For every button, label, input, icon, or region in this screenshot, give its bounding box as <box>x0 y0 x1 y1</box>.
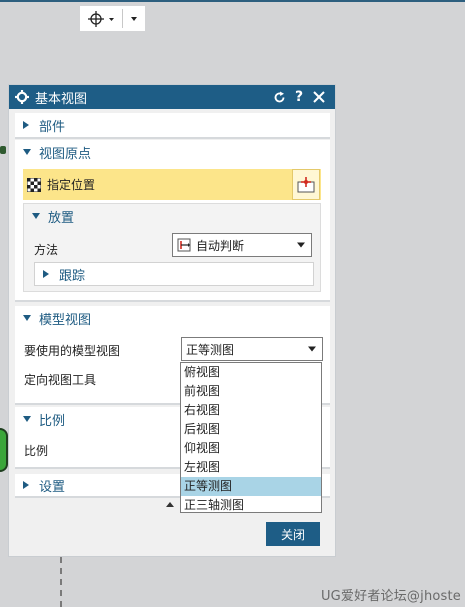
orient-view-tool-label: 定向视图工具 <box>24 373 97 387</box>
chevron-down-icon <box>297 242 305 248</box>
crosshair-icon <box>88 10 114 27</box>
placement-group-header[interactable]: 放置 <box>24 204 74 228</box>
crosshair-button[interactable] <box>80 6 122 31</box>
point-pick-icon <box>297 176 315 192</box>
section-label: 模型视图 <box>39 312 92 328</box>
tracking-group: 跟踪 <box>34 262 314 286</box>
model-view-value: 正等测图 <box>186 342 235 357</box>
chevron-right-icon <box>43 270 49 278</box>
method-select[interactable]: 自动判断 <box>172 233 312 257</box>
checkered-flag-icon <box>27 177 41 192</box>
watermark: UG爱好者论坛@jhoste <box>320 589 461 604</box>
method-label: 方法 <box>34 243 59 257</box>
chevron-down-icon <box>131 16 137 21</box>
part-section: 部件 <box>15 113 330 137</box>
scale-label: 比例 <box>24 444 49 458</box>
model-view-option[interactable]: 俯视图 <box>181 363 321 382</box>
model-edge-fragment <box>0 146 6 154</box>
model-view-options-list: 俯视图 前视图 右视图 后视图 仰视图 左视图 正等测图 正三轴测图 <box>180 362 322 513</box>
dialog-close-button[interactable] <box>309 87 329 107</box>
section-label: 放置 <box>48 210 75 226</box>
model-view-option[interactable]: 右视图 <box>181 401 321 420</box>
section-label: 视图原点 <box>39 146 92 162</box>
part-section-header[interactable]: 部件 <box>15 113 330 137</box>
reset-button[interactable] <box>269 87 289 107</box>
toolbar-dropdown-button[interactable] <box>123 6 145 31</box>
tracking-group-header[interactable]: 跟踪 <box>35 263 85 285</box>
model-view-select[interactable]: 正等测图 <box>181 337 323 361</box>
gear-icon <box>15 90 29 104</box>
model-view-option[interactable]: 左视图 <box>181 458 321 477</box>
snap-toolbar <box>80 6 145 31</box>
method-value: 自动判断 <box>196 238 245 253</box>
method-icon <box>177 238 191 252</box>
specify-location-row[interactable]: 指定位置 <box>23 169 321 200</box>
dialog-title: 基本视图 <box>35 91 88 107</box>
view-origin-section-header[interactable]: 视图原点 <box>15 140 330 164</box>
help-button[interactable]: ? <box>289 87 309 107</box>
section-label: 跟踪 <box>59 268 86 284</box>
model-view-option[interactable]: 前视图 <box>181 382 321 401</box>
dialog-titlebar: 基本视图 ? <box>9 85 335 109</box>
chevron-down-icon <box>23 315 31 321</box>
section-divider <box>15 300 330 302</box>
section-label: 设置 <box>39 479 66 495</box>
placement-group: 放置 方法 自动判断 跟踪 <box>23 203 321 292</box>
chevron-right-icon <box>23 121 29 129</box>
model-view-option[interactable]: 正等测图 <box>181 477 321 496</box>
chevron-down-icon <box>308 346 316 352</box>
model-part-fragment <box>0 428 8 472</box>
view-boundary-dashed-line <box>60 557 62 607</box>
close-button[interactable]: 关闭 <box>266 522 320 546</box>
reset-icon <box>274 91 284 102</box>
model-view-option[interactable]: 正三轴测图 <box>181 496 321 515</box>
chevron-down-icon <box>23 149 31 155</box>
section-label: 部件 <box>39 119 66 135</box>
section-divider <box>15 137 330 139</box>
model-view-section-header[interactable]: 模型视图 <box>15 306 330 330</box>
model-view-label: 要使用的模型视图 <box>24 344 121 358</box>
collapse-dialog-arrow-icon[interactable] <box>166 502 174 507</box>
chevron-down-icon <box>32 213 40 219</box>
model-view-option[interactable]: 仰视图 <box>181 439 321 458</box>
close-icon <box>313 91 325 103</box>
window-top-border <box>0 0 465 2</box>
specify-location-label: 指定位置 <box>47 178 96 192</box>
chevron-down-icon <box>23 416 31 422</box>
section-label: 比例 <box>39 413 66 429</box>
chevron-right-icon <box>23 481 29 489</box>
point-pick-button[interactable] <box>292 169 320 200</box>
model-view-option[interactable]: 后视图 <box>181 420 321 439</box>
help-icon: ? <box>294 89 304 105</box>
